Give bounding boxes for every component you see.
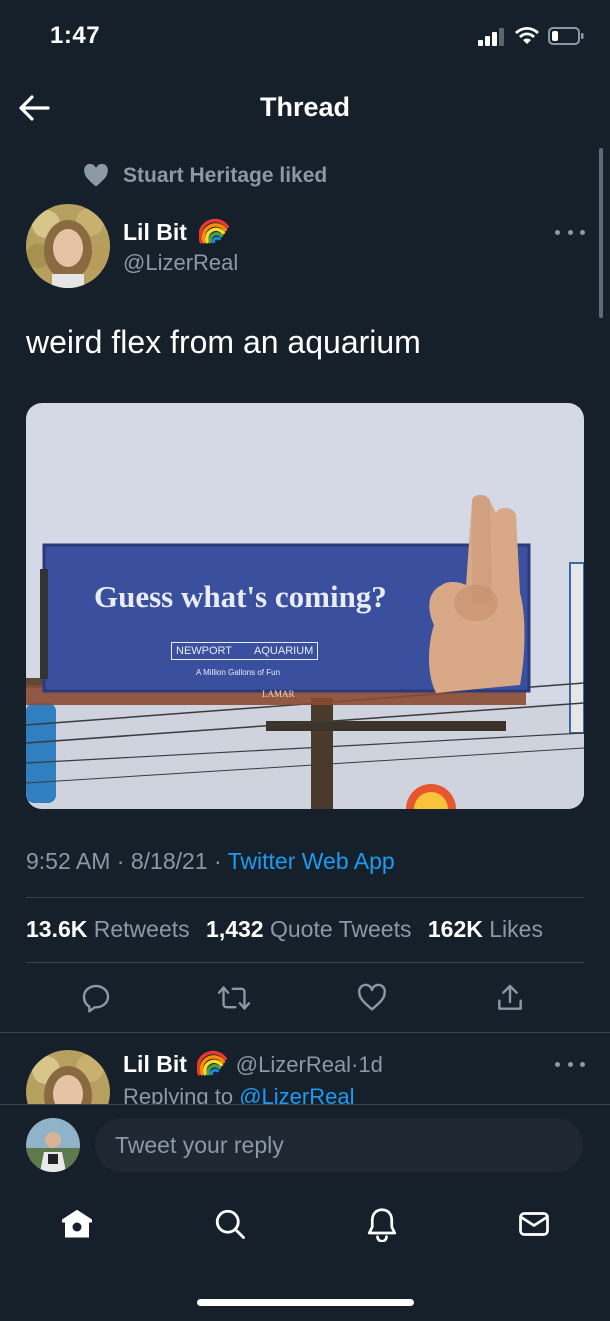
heart-outline-icon: [358, 983, 386, 1011]
mail-icon: [519, 1212, 549, 1236]
retweets-stat[interactable]: 13.6K Retweets: [26, 916, 190, 942]
page-title: Thread: [259, 92, 351, 122]
meta-separator: ·: [213, 848, 222, 874]
cellular-signal-icon: [478, 28, 504, 46]
reply-age: 1d: [358, 1052, 383, 1077]
nav-messages-button[interactable]: [512, 1202, 556, 1246]
tweet-source[interactable]: Twitter Web App: [228, 848, 395, 874]
billboard-brand-right: AQUARIUM: [254, 645, 314, 657]
tweet-time[interactable]: 9:52 AM: [26, 848, 110, 874]
tweet-stats: 13.6K Retweets 1,432 Quote Tweets 162K L…: [26, 916, 543, 943]
divider: [26, 962, 584, 963]
rainbow-emoji-icon: [199, 218, 230, 244]
share-icon: [498, 984, 522, 1010]
tweet-media-image[interactable]: Guess what's coming? NEWPORT AQUARIUM A M…: [26, 403, 584, 809]
reply-author-handle[interactable]: @LizerReal: [236, 1052, 351, 1077]
reply-more-options-button[interactable]: [555, 1054, 585, 1074]
replying-to: Replying to @LizerReal: [123, 1084, 354, 1104]
author-name[interactable]: Lil Bit: [123, 219, 187, 245]
arrow-left-icon: [19, 95, 50, 121]
replying-to-label: Replying to: [123, 1084, 234, 1104]
likes-stat[interactable]: 162K Likes: [428, 916, 543, 942]
reply-avatar[interactable]: [26, 1050, 110, 1104]
billboard-logo: NEWPORT AQUARIUM: [171, 642, 319, 660]
retweet-icon: [217, 986, 251, 1010]
rainbow-emoji-icon: [197, 1050, 228, 1076]
more-options-button[interactable]: [555, 222, 585, 242]
divider: [26, 897, 584, 898]
tweet-meta: 9:52 AM · 8/18/21 · Twitter Web App: [26, 848, 395, 875]
author-handle[interactable]: @LizerReal: [123, 250, 238, 276]
nav-home-button[interactable]: [55, 1202, 99, 1246]
billboard-brand-left: NEWPORT: [176, 645, 233, 657]
reply-author-name[interactable]: Lil Bit: [123, 1051, 187, 1077]
back-button[interactable]: [14, 88, 54, 128]
meta-separator: ·: [116, 848, 125, 874]
reply-button[interactable]: [76, 978, 116, 1018]
status-time: 1:47: [50, 22, 101, 49]
billboard-operator: LAMAR: [262, 689, 295, 699]
social-context[interactable]: Stuart Heritage liked: [123, 164, 327, 188]
nav-notifications-button[interactable]: [360, 1202, 404, 1246]
share-button[interactable]: [490, 978, 530, 1018]
nav-search-button[interactable]: [208, 1202, 252, 1246]
home-icon: [62, 1209, 92, 1238]
reply-input[interactable]: [95, 1118, 583, 1172]
heart-icon: [84, 163, 108, 187]
scrollbar[interactable]: [599, 148, 603, 318]
retweet-button[interactable]: [214, 978, 254, 1018]
avatar[interactable]: [26, 204, 110, 288]
bell-icon: [367, 1208, 397, 1242]
tweet-text: weird flex from an aquarium: [26, 324, 421, 360]
battery-icon: [548, 27, 584, 45]
reply-header: Lil Bit @LizerReal·1d: [123, 1050, 383, 1078]
billboard-tagline: A Million Gallons of Fun: [196, 668, 281, 677]
tweet-date[interactable]: 8/18/21: [131, 848, 208, 874]
reply-tweet[interactable]: Lil Bit @LizerReal·1d Replying to @Lizer…: [0, 1034, 610, 1104]
search-icon: [215, 1209, 245, 1239]
home-indicator[interactable]: [197, 1299, 414, 1306]
divider: [0, 1032, 610, 1033]
wifi-icon: [515, 27, 539, 44]
replying-to-handle[interactable]: @LizerReal: [239, 1084, 354, 1104]
my-avatar[interactable]: [26, 1118, 80, 1172]
quote-tweets-stat[interactable]: 1,432 Quote Tweets: [206, 916, 411, 942]
author-name-row[interactable]: Lil Bit: [123, 218, 230, 246]
reply-icon: [82, 984, 110, 1013]
billboard-headline: Guess what's coming?: [94, 579, 387, 614]
like-button[interactable]: [352, 978, 392, 1018]
